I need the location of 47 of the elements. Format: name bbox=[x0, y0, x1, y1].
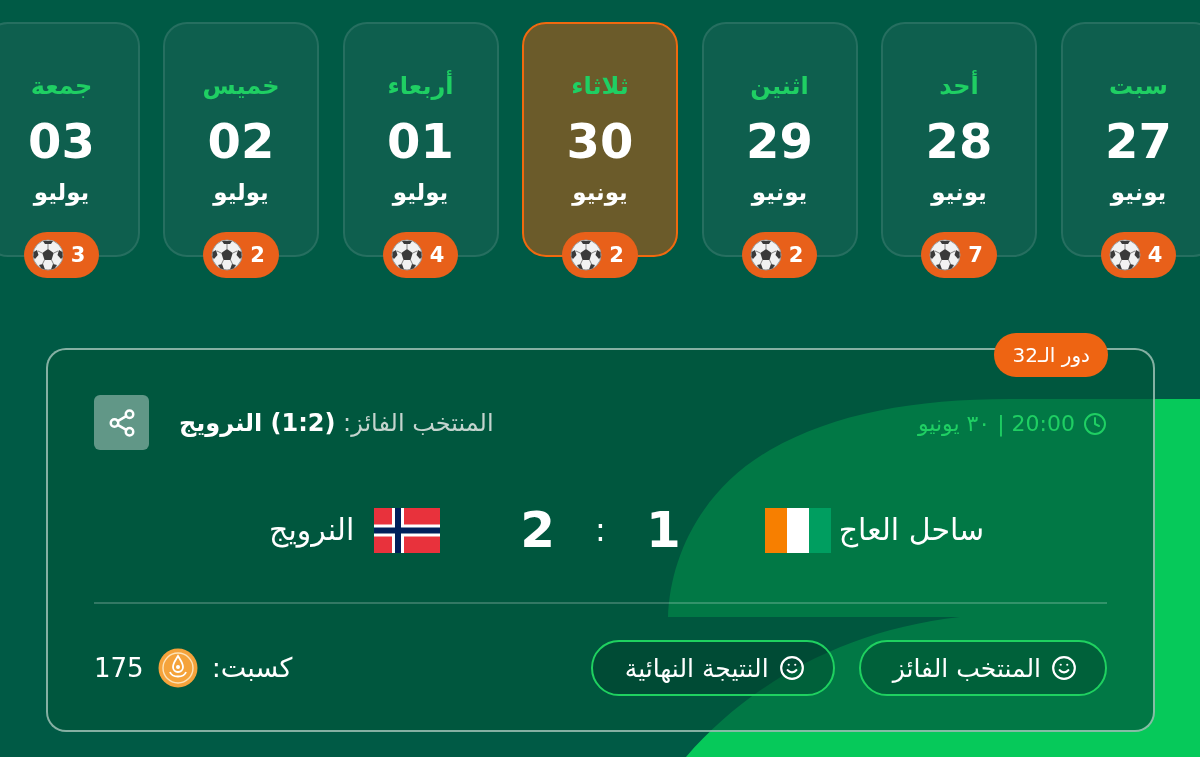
ivory-coast-flag-icon bbox=[764, 507, 831, 553]
coin-icon bbox=[157, 648, 198, 688]
weekday-label: خميس bbox=[202, 71, 280, 101]
day-number: 29 bbox=[746, 113, 813, 169]
weekday-label: جمعة bbox=[30, 71, 93, 101]
weekday-label: ثلاثاء bbox=[571, 71, 629, 101]
prediction-button[interactable]: النتيجة النهائية bbox=[590, 640, 835, 696]
weekday-label: سبت bbox=[1109, 71, 1168, 101]
month-label: يونيو bbox=[1110, 178, 1167, 207]
team-name: ساحل العاج bbox=[838, 511, 985, 549]
weekday-label: أحد bbox=[939, 71, 979, 101]
winner-text: المنتخب الفائز: (1:2) النرويج bbox=[179, 407, 494, 438]
month-label: يونيو bbox=[751, 178, 808, 207]
prediction-button[interactable]: المنتخب الفائز bbox=[858, 640, 1107, 696]
day-number: 30 bbox=[566, 113, 634, 169]
points-value: 175 bbox=[94, 652, 144, 684]
soccer-ball-icon bbox=[1108, 239, 1141, 271]
share-button[interactable] bbox=[94, 395, 149, 450]
team-score: 2 bbox=[520, 500, 556, 560]
soccer-ball-icon bbox=[390, 239, 423, 271]
team-name: النرويج bbox=[269, 511, 355, 549]
day-number: 27 bbox=[1105, 113, 1172, 169]
month-label: يوليو bbox=[33, 178, 90, 207]
soccer-ball-icon bbox=[570, 239, 603, 271]
day-number: 03 bbox=[28, 113, 95, 169]
earned-label: كسبت: bbox=[211, 651, 293, 685]
soccer-ball-icon bbox=[211, 239, 244, 271]
soccer-ball-icon bbox=[929, 239, 962, 271]
smiley-icon bbox=[1051, 655, 1077, 681]
day-number: 01 bbox=[387, 113, 454, 169]
month-label: يوليو bbox=[213, 178, 269, 207]
soccer-ball-icon bbox=[749, 239, 782, 271]
norway-flag-icon bbox=[374, 507, 441, 553]
day-number: 02 bbox=[207, 113, 275, 169]
round-label: دور الـ32 bbox=[994, 333, 1108, 377]
team-score: 1 bbox=[645, 500, 681, 560]
soccer-ball-icon bbox=[31, 239, 64, 271]
weekday-label: اثنين bbox=[750, 71, 809, 101]
score-separator: : bbox=[595, 510, 606, 551]
clock-icon bbox=[1083, 411, 1107, 436]
month-label: يوليو bbox=[392, 178, 449, 207]
weekday-label: أربعاء bbox=[387, 71, 454, 101]
day-number: 28 bbox=[925, 113, 993, 169]
month-label: يونيو bbox=[572, 178, 628, 207]
match-schedule: 20:00 | ٣٠ يونيو bbox=[917, 409, 1075, 438]
month-label: يونيو bbox=[931, 178, 987, 207]
smiley-icon bbox=[778, 655, 805, 681]
